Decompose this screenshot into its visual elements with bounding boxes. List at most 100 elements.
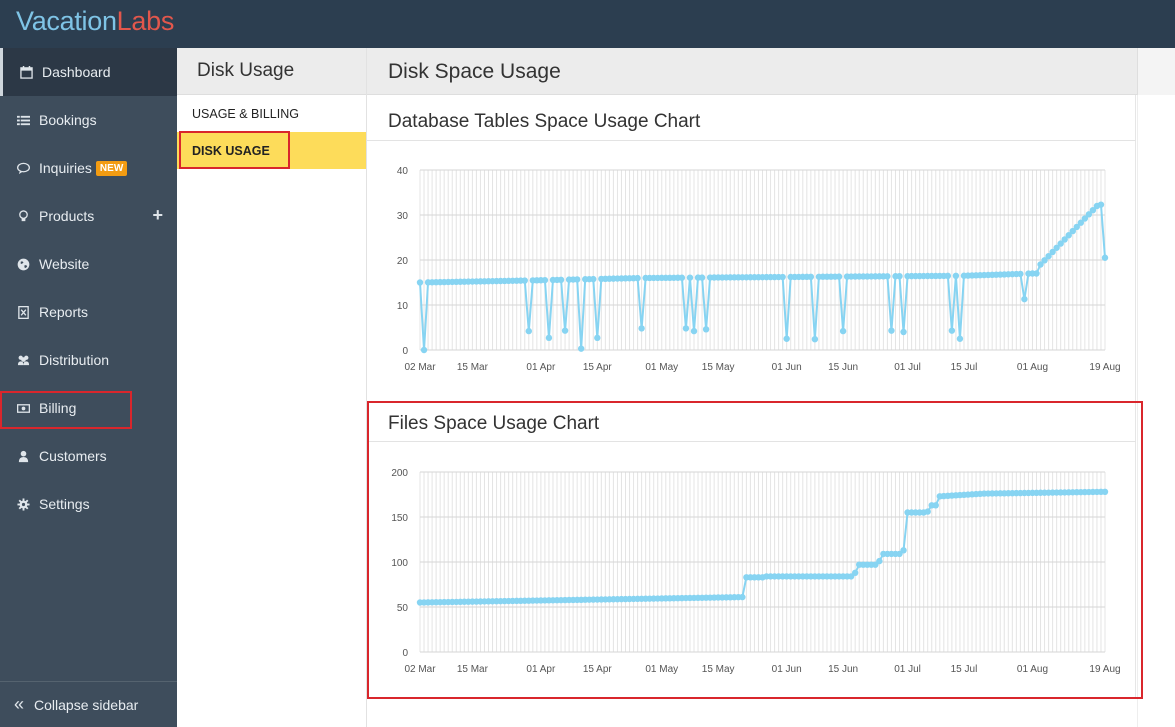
db-chart-card: Database Tables Space Usage Chart 0 10 20 3…: [367, 95, 1136, 401]
data-point: [884, 273, 891, 280]
data-point: [944, 272, 952, 280]
sidebar-item-label: Distribution: [39, 352, 110, 368]
add-product-button[interactable]: +: [152, 205, 163, 226]
x-tick-label: 15 Jun: [828, 362, 858, 373]
db-space-chart: 0 10 20 30 40 02 Mar 15 Mar 01 Apr 15 Apr 01 May 1…: [397, 166, 1121, 373]
x-tick-label: 01 Jul: [894, 362, 921, 373]
x-tick-label: 01 May: [645, 362, 678, 373]
db-chart-title: Database Tables Space Usage Chart: [388, 111, 701, 132]
data-point: [896, 273, 903, 280]
data-point: [1021, 295, 1028, 303]
x-tick-label: 02 Mar: [404, 362, 436, 373]
billing-highlight-box: [0, 391, 132, 429]
data-point: [678, 274, 686, 281]
files-chart-highlight-box: [367, 401, 1143, 699]
sidebar-item-customers[interactable]: Customers: [0, 432, 177, 480]
data-point: [686, 274, 694, 281]
collapse-sidebar-button[interactable]: « Collapse sidebar: [0, 681, 177, 727]
report-icon: [16, 305, 30, 319]
data-point: [900, 328, 907, 336]
sidebar-item-label: Settings: [39, 496, 90, 512]
subnav-item-usage-billing[interactable]: USAGE & BILLING: [177, 95, 366, 132]
sidebar-item-label: Bookings: [39, 112, 97, 128]
x-tick-label: 19 Aug: [1089, 362, 1120, 373]
y-tick-label: 0: [402, 346, 408, 357]
y-tick-label: 10: [397, 301, 409, 312]
sidebar-item-reports[interactable]: Reports: [0, 288, 177, 336]
data-point: [779, 273, 786, 281]
data-point: [1033, 270, 1040, 277]
x-tick-label: 15 Jul: [951, 362, 978, 373]
data-point: [577, 345, 585, 352]
data-point: [594, 334, 601, 342]
data-point: [561, 327, 569, 334]
x-tick-label: 01 Apr: [526, 362, 556, 373]
logo-part-1: Vacation: [16, 6, 117, 36]
bulb-icon: [16, 209, 30, 223]
data-point: [783, 335, 790, 342]
page-title: Disk Space Usage: [388, 60, 561, 83]
data-point: [557, 276, 565, 283]
sidebar-item-bookings[interactable]: Bookings: [0, 96, 177, 144]
data-point: [525, 327, 532, 335]
data-point: [590, 275, 597, 283]
data-point: [521, 277, 528, 284]
data-point: [634, 274, 641, 282]
sidebar-item-label: Website: [39, 256, 90, 272]
data-point: [416, 279, 424, 286]
data-point: [1101, 254, 1109, 261]
sidebar: Dashboard Bookings Inquiries NEW Product…: [0, 48, 177, 727]
users-icon: [16, 353, 30, 367]
chat-icon: [16, 161, 30, 175]
data-point: [541, 276, 549, 284]
x-tick-label: 15 Mar: [457, 362, 489, 373]
data-point: [545, 334, 553, 342]
sidebar-item-website[interactable]: Website: [0, 240, 177, 288]
data-point: [835, 273, 843, 280]
data-point: [420, 346, 428, 354]
data-point: [811, 336, 819, 343]
sidebar-item-settings[interactable]: Settings: [0, 480, 177, 528]
subnav-title: Disk Usage: [177, 48, 366, 95]
sidebar-item-label: Customers: [39, 448, 107, 464]
user-icon: [16, 449, 30, 463]
x-tick-label: 01 Jun: [772, 362, 802, 373]
calendar-icon: [19, 65, 33, 79]
data-point: [807, 273, 815, 281]
data-point: [698, 274, 706, 281]
logo-part-2: Labs: [116, 6, 175, 36]
y-tick-label: 30: [397, 211, 409, 222]
x-tick-label: 15 May: [702, 362, 735, 373]
data-point: [638, 325, 645, 332]
sidebar-item-distribution[interactable]: Distribution: [0, 336, 177, 384]
main-header: Disk Space Usage: [367, 48, 1175, 95]
logo[interactable]: VacationLabs: [16, 6, 174, 37]
collapse-sidebar-label: Collapse sidebar: [34, 696, 139, 713]
top-bar: VacationLabs: [0, 0, 1175, 48]
data-point: [952, 272, 960, 280]
sidebar-item-products[interactable]: Products +: [0, 192, 177, 240]
x-tick-label: 15 Apr: [583, 362, 613, 373]
globe-icon: [16, 257, 30, 271]
subnav: Disk Usage USAGE & BILLING DISK USAGE: [177, 48, 367, 727]
data-point: [839, 327, 847, 335]
x-tick-label: 01 Aug: [1017, 362, 1048, 373]
card-divider: [367, 140, 1136, 141]
data-point: [573, 276, 581, 283]
data-point: [948, 327, 956, 334]
data-point: [690, 327, 698, 335]
header-right-panel: [1137, 48, 1175, 95]
sidebar-item-inquiries[interactable]: Inquiries NEW: [0, 144, 177, 192]
data-point: [702, 326, 710, 333]
list-icon: [16, 113, 30, 127]
new-badge: NEW: [95, 160, 128, 176]
sidebar-item-label: Dashboard: [42, 64, 111, 80]
y-tick-label: 40: [397, 166, 409, 177]
sidebar-item-label: Products: [39, 208, 95, 224]
y-tick-label: 20: [397, 256, 409, 267]
sidebar-item-dashboard[interactable]: Dashboard: [0, 48, 177, 96]
sidebar-item-label: Reports: [39, 304, 89, 320]
data-point: [682, 325, 690, 332]
sidebar-item-label: Inquiries: [39, 160, 92, 176]
data-point: [956, 335, 964, 342]
